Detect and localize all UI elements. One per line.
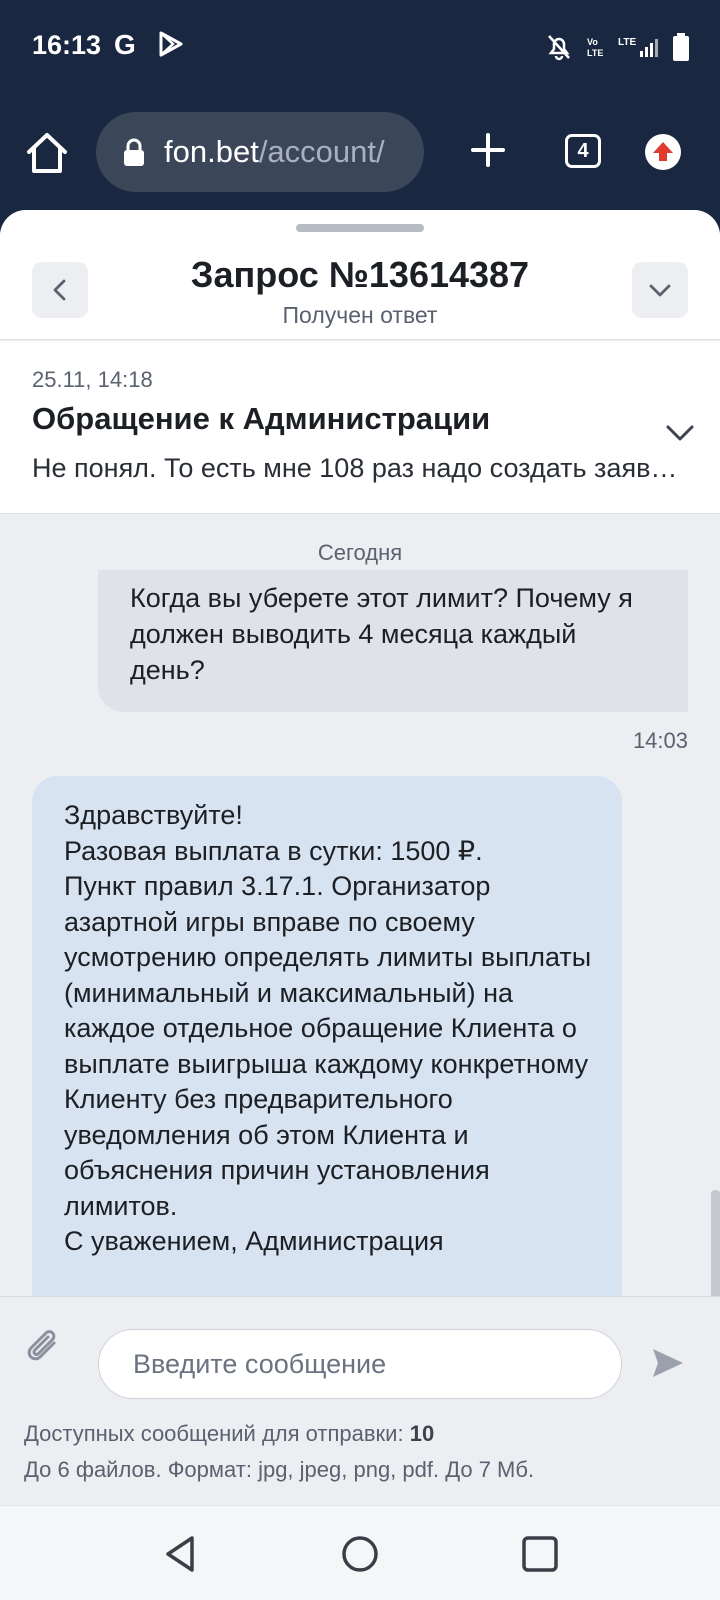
nav-back-icon[interactable] <box>160 1534 200 1574</box>
address-bar[interactable]: fon.bet/account/ <box>96 112 424 192</box>
notifications-off-icon <box>548 35 570 61</box>
home-icon[interactable] <box>24 130 70 176</box>
update-arrow-icon <box>653 142 673 161</box>
update-icon[interactable] <box>645 134 681 170</box>
sheet-header: Запрос №13614387 Получен ответ <box>0 210 720 340</box>
nav-home-icon[interactable] <box>340 1534 380 1574</box>
new-tab-icon[interactable] <box>470 132 506 168</box>
quota-label: Доступных сообщений для отправки: <box>24 1421 404 1446</box>
paperclip-icon[interactable] <box>24 1325 64 1369</box>
url-host: fon.bet <box>164 134 259 169</box>
message-line: Разовая выплата в сутки: 1500 ₽. <box>64 835 483 866</box>
battery-icon <box>673 33 689 61</box>
lock-icon <box>124 138 144 166</box>
ticket-summary[interactable]: 25.11, 14:18 Обращение к Администрации Н… <box>0 341 720 514</box>
message-line: С уважением, Администрация <box>64 1226 444 1256</box>
status-icons: Vo LTE LTE <box>546 33 690 61</box>
status-bar: 16:13 G Vo LTE LTE <box>0 0 720 96</box>
play-store-icon <box>159 31 183 57</box>
outgoing-message: Когда вы уберете этот лимит? Почему я до… <box>98 570 688 712</box>
network-label: LTE <box>618 37 636 48</box>
message-line: Пункт правил 3.17.1. Организатор азартно… <box>64 871 592 1221</box>
expand-chevron-icon[interactable] <box>664 417 696 449</box>
svg-text:LTE: LTE <box>587 48 603 58</box>
collapse-button[interactable] <box>632 262 688 318</box>
quota-value: 10 <box>409 1421 435 1446</box>
ticket-date: 25.11, 14:18 <box>32 367 153 392</box>
google-icon: G <box>114 29 136 60</box>
url-path: /account/ <box>258 134 385 169</box>
outgoing-message-time: 14:03 <box>632 728 688 753</box>
tab-switcher-button[interactable]: 4 <box>565 134 601 168</box>
message-composer: Доступных сообщений для отправки: 10 До … <box>0 1296 720 1505</box>
request-title: Запрос №13614387 <box>190 254 530 295</box>
signal-icon: LTE <box>618 37 658 57</box>
message-input[interactable] <box>98 1329 622 1399</box>
file-requirements: До 6 файлов. Формат: jpg, jpeg, png, pdf… <box>24 1457 535 1482</box>
svg-text:Vo: Vo <box>587 37 598 47</box>
ticket-subject: Обращение к Администрации <box>32 401 491 436</box>
day-separator: Сегодня <box>317 540 403 565</box>
clock: 16:13 <box>32 30 102 60</box>
message-quota: Доступных сообщений для отправки: 10 <box>24 1421 434 1447</box>
message-line: Здравствуйте! <box>64 800 243 830</box>
system-nav-bar <box>0 1505 720 1600</box>
send-icon[interactable] <box>650 1345 686 1381</box>
drag-handle[interactable] <box>296 224 424 232</box>
ticket-preview: Не понял. То есть мне 108 раз надо созда… <box>32 453 687 483</box>
chevron-down-icon <box>649 284 671 297</box>
nav-recents-icon[interactable] <box>520 1534 560 1574</box>
request-status: Получен ответ <box>282 302 438 328</box>
volte-icon: Vo LTE <box>587 37 603 58</box>
incoming-message: Здравствуйте! Разовая выплата в сутки: 1… <box>32 776 622 1316</box>
